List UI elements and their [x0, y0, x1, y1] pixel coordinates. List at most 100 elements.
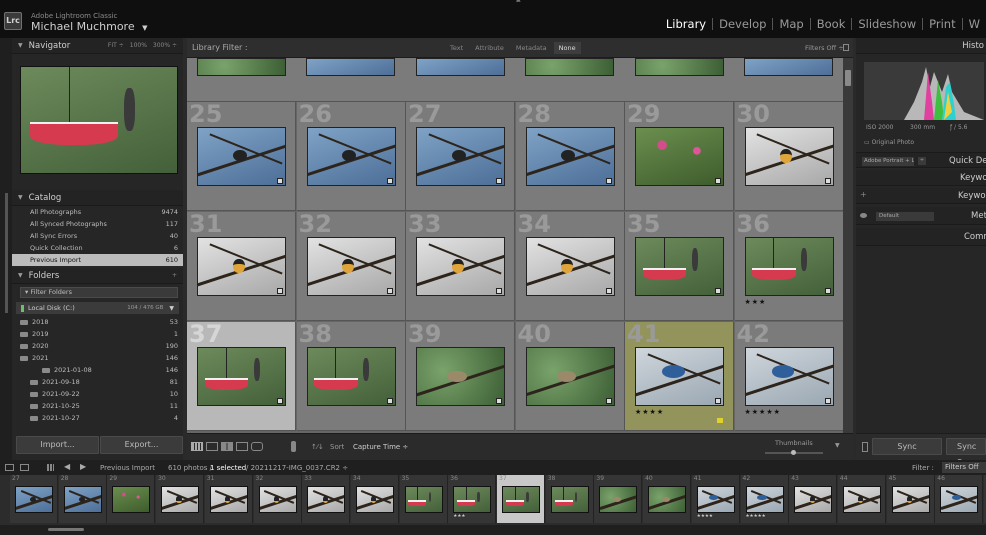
grid-cell[interactable]: 42 ★★★★★	[734, 320, 843, 431]
filmstrip-cell[interactable]: 28	[58, 475, 107, 523]
grid-cell[interactable]: 34	[515, 210, 625, 321]
filmstrip-thumbnail[interactable]	[112, 486, 151, 513]
grid-mini-icon[interactable]	[47, 464, 54, 471]
grid-cell[interactable]: 30	[734, 100, 843, 211]
navigator-preview[interactable]	[20, 66, 178, 174]
catalog-item[interactable]: Previous Import 610	[12, 254, 183, 266]
folder-item[interactable]: 2021 146	[12, 352, 183, 364]
grid-cell[interactable]: 39	[406, 320, 515, 431]
photo-thumbnail[interactable]	[306, 347, 396, 406]
filmstrip-cell[interactable]: 44	[837, 475, 886, 523]
filmstrip-source[interactable]: Previous Import	[100, 464, 155, 472]
secondary-window-icon[interactable]	[5, 464, 14, 471]
grid-cell[interactable]: 31	[187, 210, 296, 321]
grid-cell[interactable]: 41 ★★★★	[625, 320, 734, 431]
photo-thumbnail[interactable]	[744, 347, 834, 406]
module-slideshow[interactable]: Slideshow	[852, 18, 924, 30]
grid-cell[interactable]: 38	[296, 320, 406, 431]
star-rating[interactable]: ★★★★	[635, 408, 664, 416]
module-book[interactable]: Book	[811, 18, 853, 30]
left-panel-edge[interactable]	[0, 38, 12, 460]
photo-thumbnail[interactable]	[635, 237, 724, 296]
disk-dropdown-icon[interactable]: ▼	[169, 305, 174, 312]
add-keyword-icon[interactable]: +	[860, 190, 867, 199]
star-rating[interactable]: ★★★	[745, 298, 767, 306]
grid-cell[interactable]: 25	[187, 100, 296, 211]
filmstrip-cell[interactable]: 39	[594, 475, 643, 523]
star-rating[interactable]: ★★★★★	[745, 408, 781, 416]
filmstrip-path[interactable]: / 20211217-IMG_0037.CR2 ÷	[246, 464, 348, 472]
filmstrip-thumbnail[interactable]	[599, 486, 638, 513]
filmstrip-cell[interactable]: 46	[935, 475, 984, 523]
filmstrip-thumbnail[interactable]	[404, 486, 443, 513]
photo-thumbnail[interactable]	[306, 127, 396, 186]
quick-develop-header[interactable]: Adobe Portrait + L... ÷ Quick De	[856, 152, 986, 168]
photo-thumbnail[interactable]	[635, 347, 724, 406]
catalog-item[interactable]: All Sync Errors 40	[12, 230, 183, 242]
photo-thumbnail[interactable]	[635, 127, 724, 186]
photo-thumbnail[interactable]	[744, 127, 834, 186]
filmstrip-thumbnail[interactable]	[63, 486, 102, 513]
filmstrip-thumbnail[interactable]	[161, 486, 200, 513]
photo-thumbnail[interactable]	[197, 237, 286, 296]
photo-thumbnail[interactable]	[525, 237, 615, 296]
zoom-300[interactable]: 300% ÷	[153, 42, 177, 49]
grid-cell[interactable]: 37	[187, 320, 296, 431]
sync-settings-button[interactable]: Sync Se	[946, 438, 986, 467]
zoom-100[interactable]: 100%	[130, 42, 147, 49]
thumbnail-size-slider[interactable]	[765, 450, 823, 455]
filmstrip-thumbnail[interactable]	[355, 486, 394, 513]
filmstrip-thumbnail[interactable]	[891, 486, 930, 513]
export-button[interactable]: Export...	[100, 436, 183, 454]
sort-select[interactable]: Capture Time ÷	[353, 443, 408, 451]
metadata-header[interactable]: Default Met	[856, 207, 986, 225]
catalog-item[interactable]: All Synced Photographs 117	[12, 218, 183, 230]
photo-thumbnail[interactable]	[197, 127, 286, 186]
filmstrip-cell[interactable]: 33	[302, 475, 351, 523]
filmstrip-cell[interactable]: 41 ★★★★	[691, 475, 740, 523]
module-develop[interactable]: Develop	[713, 18, 774, 30]
top-collapse-arrow[interactable]: ▲	[516, 0, 521, 3]
filmstrip-thumbnail[interactable]	[209, 486, 248, 513]
filmstrip-scrollbar[interactable]	[0, 525, 986, 535]
filter-tab-metadata[interactable]: Metadata	[511, 42, 552, 54]
filmstrip-thumbnail[interactable]	[258, 486, 297, 513]
filter-tab-text[interactable]: Text	[445, 42, 468, 54]
grid-scrollbar[interactable]	[843, 58, 853, 433]
module-w[interactable]: W	[963, 18, 986, 30]
grid-cell[interactable]: 26	[296, 100, 406, 211]
preset-select[interactable]: Adobe Portrait + L...	[862, 157, 914, 166]
preset-dropdown-icon[interactable]: ÷	[918, 157, 926, 165]
toolbar-menu-icon[interactable]: ▼	[835, 442, 840, 449]
catalog-header[interactable]: ▼ Catalog	[12, 190, 183, 206]
import-button[interactable]: Import...	[16, 436, 99, 454]
filmstrip-cell[interactable]: 34	[350, 475, 399, 523]
filmstrip-cell[interactable]: 43	[789, 475, 838, 523]
grid-cell[interactable]: 35	[625, 210, 734, 321]
keyword-list-header[interactable]: + Keywor	[856, 188, 986, 204]
folder-item[interactable]: 2021-09-18 81	[12, 376, 183, 388]
filmstrip-thumbnail[interactable]	[794, 486, 833, 513]
module-print[interactable]: Print	[923, 18, 963, 30]
module-library[interactable]: Library	[660, 18, 714, 30]
filmstrip-thumbnail[interactable]	[550, 486, 589, 513]
folder-item[interactable]: 2021-10-25 11	[12, 400, 183, 412]
metadata-preset-select[interactable]: Default	[876, 212, 934, 221]
photo-thumbnail[interactable]	[416, 127, 505, 186]
filmstrip-thumbnail[interactable]	[648, 486, 687, 513]
forward-arrow-icon[interactable]: ▶	[80, 462, 86, 471]
photo-thumbnail[interactable]	[197, 347, 286, 406]
filter-tab-attribute[interactable]: Attribute	[470, 42, 509, 54]
filmstrip-cell[interactable]: 38	[545, 475, 594, 523]
metadata-eye-icon[interactable]	[860, 213, 867, 218]
filmstrip-filter-select[interactable]: Filters Off	[942, 462, 986, 473]
comments-header[interactable]: Comm	[856, 228, 986, 246]
grid-cell[interactable]: 36 ★★★	[734, 210, 843, 321]
people-view-icon[interactable]	[251, 442, 263, 451]
zoom-fit[interactable]: FIT ÷	[108, 42, 124, 49]
filmstrip-cell[interactable]: 35	[399, 475, 448, 523]
filmstrip-cell[interactable]: 32	[253, 475, 302, 523]
navigator-header[interactable]: ▼ Navigator FIT ÷ 100% 300% ÷	[12, 38, 183, 54]
filmstrip-cell[interactable]: 45	[886, 475, 935, 523]
folder-item[interactable]: 2021-09-22 10	[12, 388, 183, 400]
